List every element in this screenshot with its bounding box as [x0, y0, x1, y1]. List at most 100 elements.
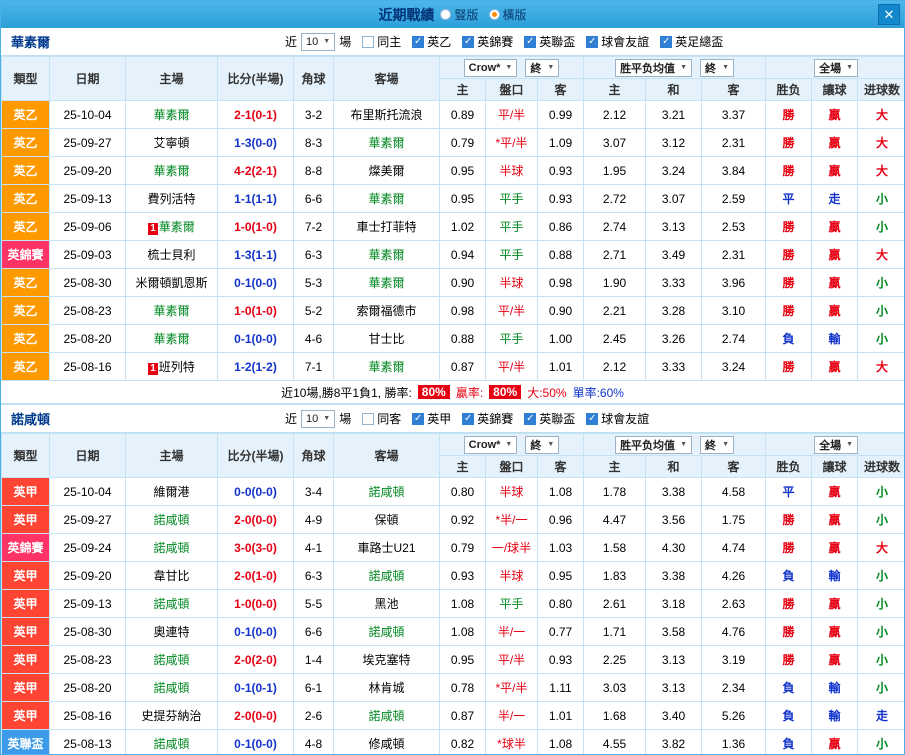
league-type-cell: 英甲 — [1, 701, 50, 730]
score-cell: 0-1(0-0) — [217, 324, 294, 353]
avg-final-select[interactable]: 終 ▼ — [700, 435, 734, 454]
odds-away-cell: 0.96 — [536, 505, 585, 534]
team-name-text: 諾咸頓 — [368, 485, 405, 499]
score-cell: 1-2(1-2) — [217, 352, 294, 381]
team-name-text: 華素爾 — [368, 276, 405, 290]
score-cell: 1-0(1-0) — [217, 212, 294, 241]
handicap-line-cell: *半/一 — [485, 505, 538, 534]
avg-home-cell: 1.71 — [583, 617, 647, 646]
filter-checkbox[interactable]: ✓ 球會友誼 — [586, 410, 649, 427]
odds-home-cell: 0.95 — [439, 645, 486, 674]
avg-final-select[interactable]: 終 ▼ — [700, 58, 734, 77]
filter-checkbox[interactable]: 同主 — [362, 33, 401, 50]
league-type-cell: 英乙 — [1, 324, 50, 353]
odds-home-cell: 0.90 — [439, 268, 486, 297]
checkbox-icon[interactable] — [362, 412, 375, 425]
checkbox-icon[interactable]: ✓ — [462, 35, 475, 48]
checkbox-icon[interactable]: ✓ — [412, 35, 425, 48]
filter-checkbox[interactable]: ✓ 球會友誼 — [586, 33, 649, 50]
corner-cell: 8-3 — [293, 128, 334, 157]
odds-company-select[interactable]: Crow* ▼ — [463, 58, 518, 77]
checkbox-icon[interactable]: ✓ — [462, 412, 475, 425]
away-team-cell: 黑池 — [333, 589, 440, 618]
wdl-result-cell: 勝 — [765, 589, 813, 618]
league-type-cell: 英甲 — [1, 505, 50, 534]
fulltime-select[interactable]: 全場 ▼ — [814, 435, 859, 454]
wdl-result-cell: 勝 — [765, 156, 813, 185]
avg-home-cell: 4.55 — [583, 729, 647, 754]
checkbox-icon[interactable]: ✓ — [524, 35, 537, 48]
league-type-cell: 英錦賽 — [1, 533, 50, 562]
corner-cell: 5-5 — [293, 589, 334, 618]
checkbox-icon[interactable]: ✓ — [586, 35, 599, 48]
filter-checkbox[interactable]: ✓ 英聯盃 — [524, 410, 575, 427]
home-team-cell: 諾咸頓 — [125, 645, 218, 674]
checkbox-icon[interactable]: ✓ — [412, 412, 425, 425]
recent-count-select[interactable]: 10 ▼ — [301, 409, 336, 428]
avg-away-cell: 3.10 — [701, 296, 767, 325]
odds-home-cell: 0.87 — [439, 701, 486, 730]
col-avg-home: 主 — [583, 455, 647, 478]
avg-select[interactable]: 胜平负均值 ▼ — [615, 58, 692, 77]
filter-checkbox[interactable]: ✓ 英錦賽 — [462, 33, 513, 50]
avg-select[interactable]: 胜平负均值 ▼ — [615, 435, 692, 454]
team-name-text: 米爾頓凱恩斯 — [135, 276, 208, 290]
league-type-cell: 英聯盃 — [1, 729, 50, 754]
odds-away-cell: 0.95 — [536, 561, 585, 590]
date-cell: 25-10-04 — [49, 477, 126, 506]
handicap-rate-label: 贏率: — [455, 385, 484, 400]
home-team-cell: 1 華素爾 — [125, 212, 218, 241]
avg-home-cell: 2.74 — [583, 212, 647, 241]
win-rate-badge: 80% — [417, 385, 450, 399]
goals-result-cell: 小 — [857, 673, 904, 702]
handicap-result-cell: 贏 — [811, 617, 859, 646]
radio-icon[interactable] — [440, 9, 452, 20]
checkbox-icon[interactable]: ✓ — [586, 412, 599, 425]
handicap-result-cell: 贏 — [811, 296, 859, 325]
odds-home-cell: 0.82 — [439, 729, 486, 754]
col-odds-home: 主 — [439, 78, 486, 101]
away-team-cell: 華素爾 — [333, 128, 440, 157]
team-name-text: 梳士貝利 — [147, 248, 196, 262]
view-radio-selected[interactable]: 橫版 — [488, 6, 527, 23]
team-name-text: 車路士U21 — [357, 541, 416, 555]
radio-icon[interactable] — [488, 9, 500, 20]
match-row: 英甲 25-08-23 諾咸頓 2-0(2-0) 1-4 埃克塞特 0.95 平/半 0.93 2… — [1, 645, 904, 674]
score-cell: 0-1(0-1) — [217, 673, 294, 702]
goals-result-cell: 小 — [857, 268, 904, 297]
date-cell: 25-09-20 — [49, 156, 126, 185]
date-cell: 25-10-04 — [49, 100, 126, 129]
handicap-result-cell: 贏 — [811, 156, 859, 185]
filter-checkbox[interactable]: ✓ 英錦賽 — [462, 410, 513, 427]
filter-checkbox[interactable]: ✓ 英甲 — [412, 410, 451, 427]
col-away: 客場 — [333, 433, 440, 478]
filter-checkbox[interactable]: ✓ 英足總盃 — [660, 33, 723, 50]
checkbox-icon[interactable]: ✓ — [660, 35, 673, 48]
match-row: 英甲 25-08-20 諾咸頓 0-1(0-1) 6-1 林肯城 0.78 *平/半 1.11 3… — [1, 673, 904, 702]
filter-label: 英錦賽 — [477, 412, 514, 426]
handicap-result-cell: 贏 — [811, 268, 859, 297]
fulltime-select[interactable]: 全場 ▼ — [814, 58, 859, 77]
team-name-text: 華素爾 — [153, 164, 190, 178]
col-avg-draw: 和 — [645, 455, 703, 478]
recent-count-select[interactable]: 10 ▼ — [301, 32, 336, 51]
filter-checkbox[interactable]: 同客 — [362, 410, 401, 427]
view-radio-option[interactable]: 豎版 — [440, 6, 479, 23]
odds-final-select[interactable]: 終 ▼ — [525, 435, 560, 454]
odds-final-select[interactable]: 終 ▼ — [525, 58, 560, 77]
wdl-result-cell: 負 — [765, 561, 813, 590]
checkbox-icon[interactable]: ✓ — [524, 412, 537, 425]
checkbox-icon[interactable] — [362, 35, 375, 48]
home-team-cell: 維爾港 — [125, 477, 218, 506]
odds-company-select[interactable]: Crow* ▼ — [463, 435, 518, 454]
league-type-cell: 英乙 — [1, 268, 50, 297]
close-icon[interactable]: ✕ — [878, 4, 900, 25]
avg-draw-cell: 3.38 — [645, 561, 703, 590]
corner-cell: 4-1 — [293, 533, 334, 562]
filter-checkbox[interactable]: ✓ 英聯盃 — [524, 33, 575, 50]
col-odds-away: 客 — [536, 78, 585, 101]
col-odds-line: 盤口 — [485, 78, 538, 101]
odds-away-cell: 0.90 — [536, 296, 585, 325]
filter-checkbox[interactable]: ✓ 英乙 — [412, 33, 451, 50]
handicap-line-cell: *平/半 — [485, 673, 538, 702]
